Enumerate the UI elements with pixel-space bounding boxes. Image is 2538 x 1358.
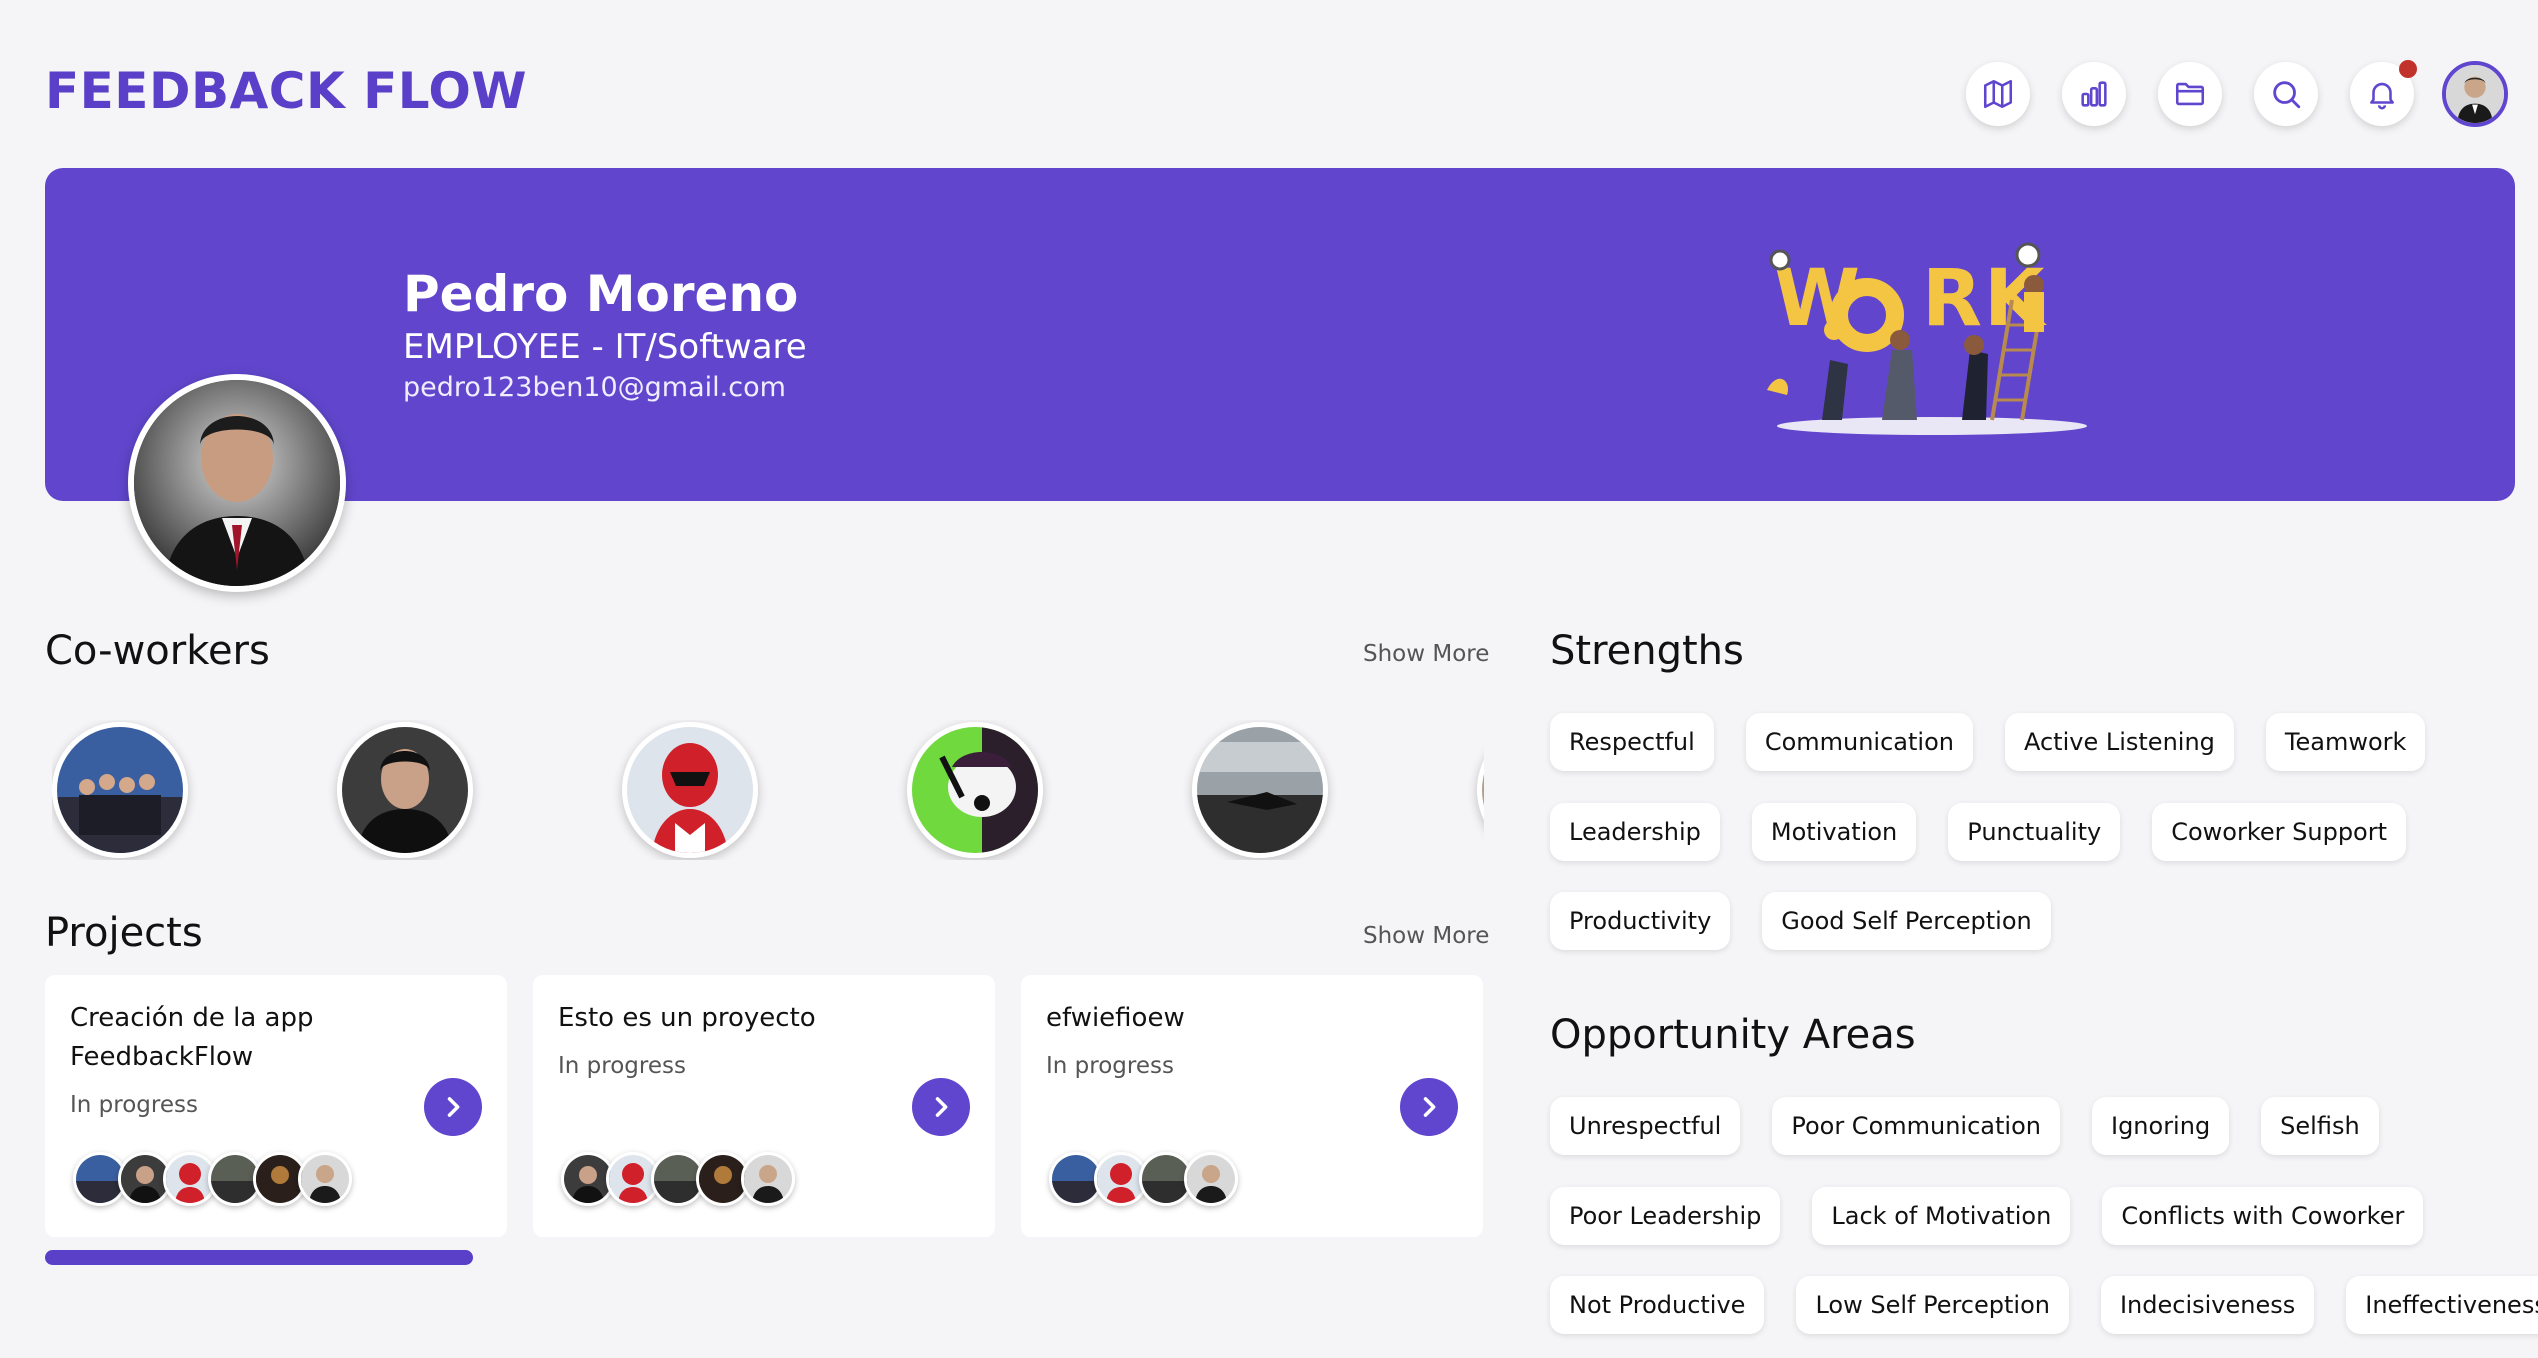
projects-title: Projects <box>45 910 203 956</box>
profile-name: Pedro Moreno <box>403 265 799 323</box>
opportunity-chip[interactable]: Unrespectful <box>1550 1097 1741 1155</box>
project-title: Creación de la app FeedbackFlow <box>70 1003 314 1072</box>
member-avatar <box>298 1152 352 1206</box>
profile-email: pedro123ben10@gmail.com <box>403 372 786 403</box>
strengths-row: Respectful Communication Active Listenin… <box>1550 713 2457 771</box>
opportunity-chip[interactable]: Poor Communication <box>1772 1097 2060 1155</box>
project-status: In progress <box>558 1053 686 1079</box>
strengths-row: Leadership Motivation Punctuality Cowork… <box>1550 803 2438 861</box>
opportunity-chip[interactable]: Ineffectiveness <box>2346 1276 2538 1334</box>
top-nav <box>1934 60 2508 127</box>
coworkers-title: Co-workers <box>45 628 270 674</box>
open-project-button[interactable] <box>1400 1078 1458 1136</box>
notifications-button[interactable] <box>2350 60 2417 126</box>
coworker-avatar[interactable] <box>907 722 1043 858</box>
profile-photo <box>128 374 346 592</box>
opportunity-chip[interactable]: Ignoring <box>2091 1097 2230 1155</box>
chevron-right-icon <box>447 1097 460 1117</box>
bar-chart-icon <box>2081 81 2107 107</box>
profile-department: IT/Software <box>614 327 807 367</box>
projects-show-more[interactable]: Show More <box>1363 923 1489 949</box>
role-separator: - <box>580 327 615 367</box>
coworker-avatar[interactable] <box>1192 722 1328 858</box>
coworkers-show-more[interactable]: Show More <box>1363 641 1489 667</box>
map-icon <box>1983 79 2013 109</box>
strength-chip[interactable]: Coworker Support <box>2152 803 2407 861</box>
project-card[interactable]: Esto es un proyecto In progress <box>533 975 995 1237</box>
profile-page: FEEDBACK FLOW Pedro Moreno EMPLOYEE - IT… <box>0 0 2538 1358</box>
projects-scrollbar[interactable] <box>45 1250 473 1265</box>
coworkers-list <box>52 720 1484 860</box>
app-logo[interactable]: FEEDBACK FLOW <box>45 62 527 120</box>
search-icon <box>2273 81 2301 109</box>
stats-button[interactable] <box>2062 62 2126 126</box>
avatar-image <box>2446 65 2504 123</box>
opportunity-title: Opportunity Areas <box>1550 1012 1916 1058</box>
opportunity-chip[interactable]: Selfish <box>2261 1097 2379 1155</box>
project-title: efwiefioew <box>1046 1003 1185 1033</box>
strength-chip[interactable]: Motivation <box>1751 803 1917 861</box>
strength-chip[interactable]: Teamwork <box>2265 713 2426 771</box>
project-title: Esto es un proyecto <box>558 1003 816 1033</box>
strengths-row: Productivity Good Self Perception <box>1550 892 2083 950</box>
projects-button[interactable] <box>2158 62 2222 126</box>
profile-role-line: EMPLOYEE - IT/Software <box>403 327 807 367</box>
opportunity-chip[interactable]: Low Self Perception <box>1796 1276 2069 1334</box>
opportunity-chip[interactable]: Poor Leadership <box>1550 1187 1781 1245</box>
strengths-title: Strengths <box>1550 628 1744 674</box>
open-project-button[interactable] <box>912 1078 970 1136</box>
strength-chip[interactable]: Active Listening <box>2004 713 2234 771</box>
folder-icon <box>2175 82 2205 106</box>
opportunity-chip[interactable]: Conflicts with Coworker <box>2102 1187 2424 1245</box>
coworker-avatar[interactable] <box>1477 722 1484 858</box>
opportunity-chip[interactable]: Not Productive <box>1550 1276 1765 1334</box>
strength-chip[interactable]: Communication <box>1745 713 1973 771</box>
open-project-button[interactable] <box>424 1078 482 1136</box>
work-illustration: W R K <box>1767 242 2087 435</box>
opportunity-row: Unrespectful Poor Communication Ignoring… <box>1550 1097 2411 1155</box>
member-avatar <box>1184 1152 1238 1206</box>
opportunity-chip[interactable]: Lack of Motivation <box>1812 1187 2071 1245</box>
chevron-right-icon <box>1423 1097 1436 1117</box>
chevron-right-icon <box>935 1097 948 1117</box>
project-status: In progress <box>1046 1053 1174 1079</box>
strength-chip[interactable]: Leadership <box>1550 803 1720 861</box>
strength-chip[interactable]: Punctuality <box>1948 803 2121 861</box>
strength-chip[interactable]: Productivity <box>1550 892 1731 950</box>
project-card[interactable]: Creación de la app FeedbackFlow In progr… <box>45 975 507 1237</box>
member-avatar <box>741 1152 795 1206</box>
coworker-avatar[interactable] <box>337 722 473 858</box>
notification-badge <box>2399 60 2417 78</box>
map-button[interactable] <box>1966 62 2030 126</box>
strength-chip[interactable]: Respectful <box>1550 713 1714 771</box>
opportunity-chip[interactable]: Indecisiveness <box>2100 1276 2315 1334</box>
strength-chip[interactable]: Good Self Perception <box>1762 892 2051 950</box>
user-avatar[interactable] <box>2442 61 2508 127</box>
bell-icon <box>2370 82 2394 110</box>
opportunity-row: Poor Leadership Lack of Motivation Confl… <box>1550 1187 2455 1245</box>
coworker-avatar[interactable] <box>622 722 758 858</box>
opportunity-row: Not Productive Low Self Perception Indec… <box>1550 1276 2538 1334</box>
svg-text:R: R <box>1922 254 1982 344</box>
project-card[interactable]: efwiefioew In progress <box>1021 975 1483 1237</box>
coworker-avatar[interactable] <box>52 722 188 858</box>
search-button[interactable] <box>2254 62 2318 126</box>
project-status: In progress <box>70 1092 198 1118</box>
profile-role: EMPLOYEE <box>403 327 581 367</box>
